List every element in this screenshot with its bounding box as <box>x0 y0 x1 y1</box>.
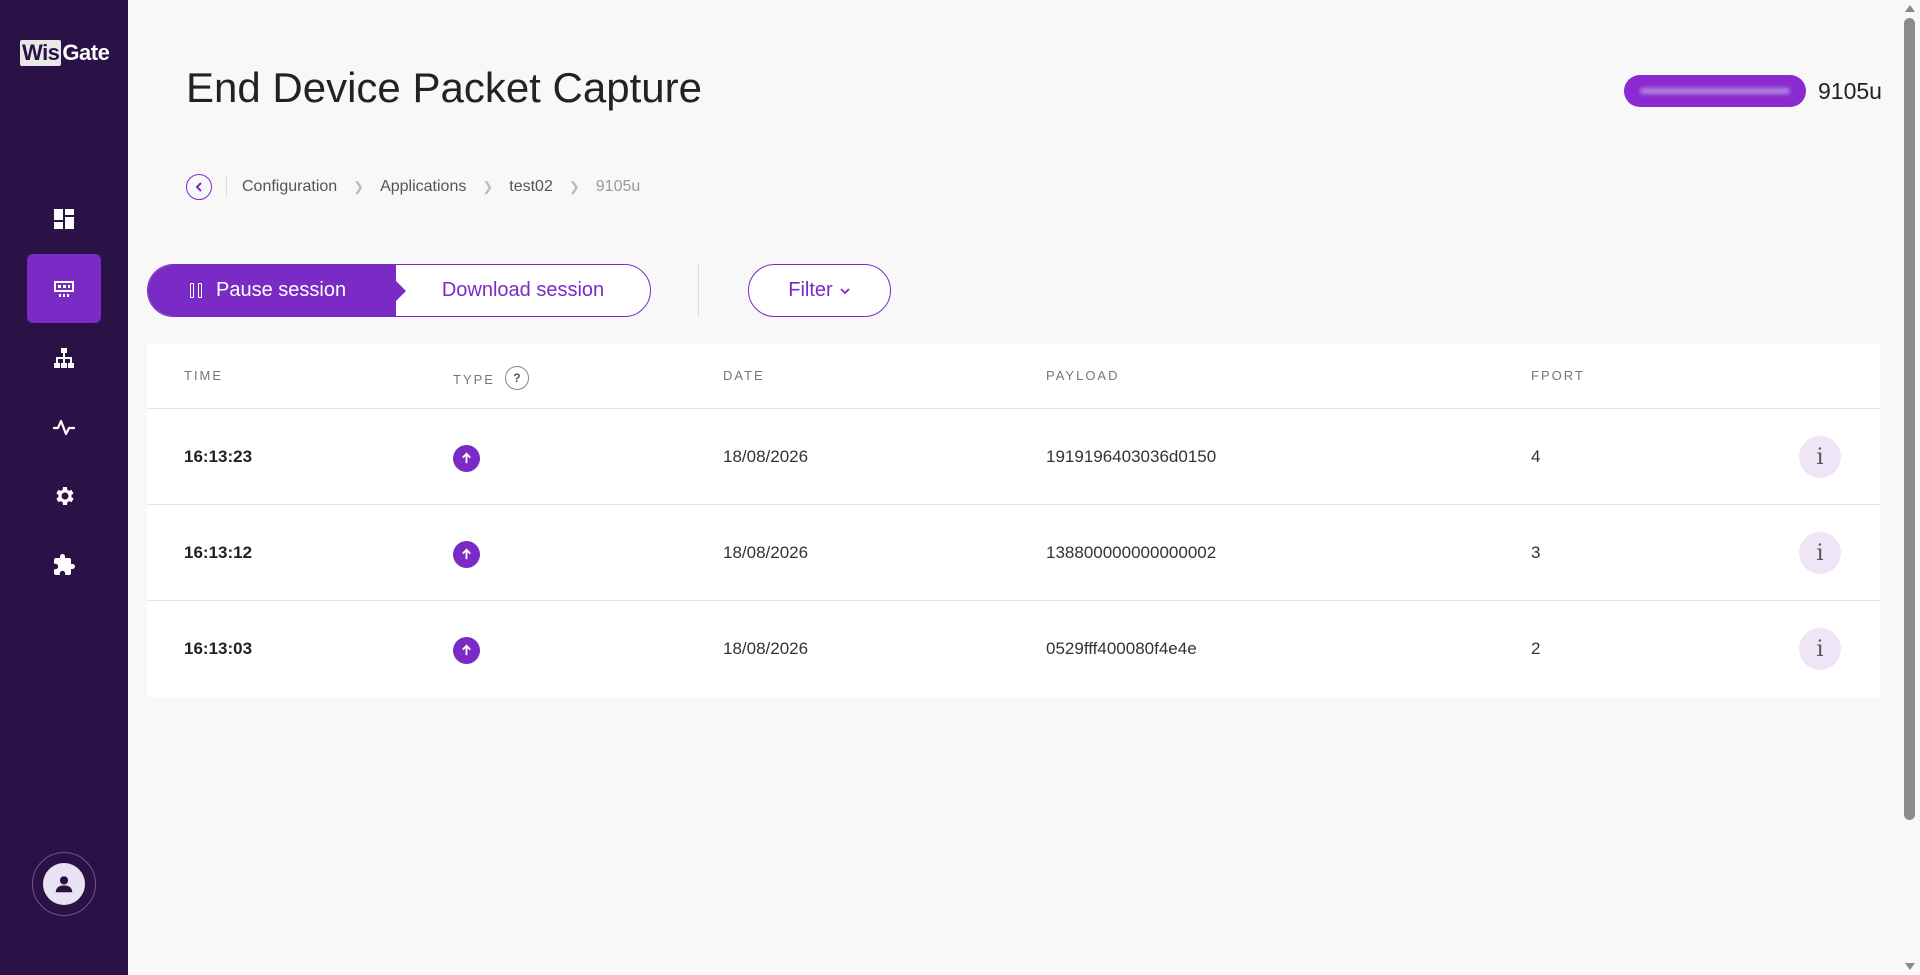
sidebar-item-extensions[interactable] <box>27 530 101 599</box>
pause-icon <box>190 283 202 298</box>
cell-fport: 3 <box>1531 543 1541 562</box>
download-session-button[interactable]: Download session <box>396 265 650 316</box>
activity-icon <box>52 419 76 435</box>
user-icon <box>55 876 73 893</box>
info-button[interactable]: i <box>1799 628 1841 670</box>
pause-session-button[interactable]: Pause session <box>148 265 406 316</box>
gear-icon <box>56 486 74 505</box>
cell-time: 16:13:12 <box>184 543 253 562</box>
uplink-arrow-icon <box>453 445 480 472</box>
chevron-right-icon: ❯ <box>568 179 580 194</box>
cell-date: 18/08/2026 <box>723 639 809 658</box>
device-name: 9105u <box>1818 78 1882 104</box>
chevron-left-icon <box>195 182 202 192</box>
filter-label: Filter <box>788 279 833 301</box>
filter-button[interactable]: Filter <box>748 264 891 317</box>
breadcrumb-configuration[interactable]: Configuration <box>242 178 337 196</box>
scroll-down-arrow[interactable] <box>1905 963 1915 970</box>
help-icon[interactable]: ? <box>504 366 529 390</box>
breadcrumb: Configuration ❯ Applications ❯ test02 ❯ … <box>186 172 640 202</box>
chevron-right-icon: ❯ <box>353 179 365 194</box>
device-id-pill <box>1624 75 1806 107</box>
scroll-up-arrow[interactable] <box>1905 5 1915 12</box>
breadcrumb-current: 9105u <box>595 178 641 195</box>
column-header-date[interactable]: DATE <box>723 368 765 383</box>
page-title: End Device Packet Capture <box>186 64 702 111</box>
cell-payload: 0529fff400080f4e4e <box>1046 639 1197 658</box>
packet-table: TIME TYPE ? DATE PAYLOAD FPORT 16:13:23 … <box>147 344 1880 697</box>
avatar <box>43 863 85 905</box>
breadcrumb-application[interactable]: test02 <box>509 178 553 196</box>
network-tree-icon <box>54 347 74 368</box>
column-header-fport[interactable]: FPORT <box>1531 368 1585 383</box>
cell-date: 18/08/2026 <box>723 447 809 466</box>
download-session-label: Download session <box>441 279 605 301</box>
scroll-thumb[interactable] <box>1904 18 1915 820</box>
breadcrumb-applications[interactable]: Applications <box>380 178 466 196</box>
info-button[interactable]: i <box>1799 436 1841 478</box>
uplink-arrow-icon <box>453 541 480 568</box>
column-header-type: TYPE ? <box>453 366 529 390</box>
pause-session-label: Pause session <box>216 279 347 301</box>
cell-time: 16:13:03 <box>184 639 253 658</box>
table-row[interactable]: 16:13:23 18/08/2026 1919196403036d0150 4… <box>147 409 1880 505</box>
column-header-time[interactable]: TIME <box>184 368 223 383</box>
uplink-arrow-icon <box>453 637 480 664</box>
sidebar: Wis Gate <box>0 0 128 975</box>
table-header: TIME TYPE ? DATE PAYLOAD FPORT <box>147 344 1880 409</box>
puzzle-icon <box>54 553 75 575</box>
sidebar-item-activity[interactable] <box>27 392 101 461</box>
packet-icon <box>54 280 74 297</box>
table-row[interactable]: 16:13:03 18/08/2026 0529fff400080f4e4e 2… <box>147 601 1880 697</box>
cell-payload: 1919196403036d0150 <box>1046 447 1217 466</box>
sidebar-item-packet-capture[interactable] <box>27 254 101 323</box>
sidebar-item-network[interactable] <box>27 323 101 392</box>
cell-date: 18/08/2026 <box>723 543 809 562</box>
dashboard-icon <box>54 208 74 229</box>
wisgate-logo[interactable]: Wis Gate <box>20 40 110 66</box>
session-controls: Pause session Download session <box>147 264 651 317</box>
table-row[interactable]: 16:13:12 18/08/2026 138800000000000002 3… <box>147 505 1880 601</box>
sidebar-item-dashboard[interactable] <box>27 184 101 253</box>
column-header-type-label: TYPE <box>453 371 495 387</box>
back-button[interactable] <box>186 174 212 200</box>
logo-part1: Wis <box>20 40 62 66</box>
toolbar-divider <box>698 264 699 317</box>
cell-payload: 138800000000000002 <box>1046 543 1217 562</box>
chevron-right-icon: ❯ <box>482 179 494 194</box>
user-menu[interactable] <box>32 852 96 916</box>
chevron-down-icon <box>840 287 850 294</box>
page-scrollbar[interactable] <box>1900 0 1920 975</box>
breadcrumb-divider <box>226 176 227 198</box>
cell-fport: 4 <box>1531 447 1541 466</box>
cell-time: 16:13:23 <box>184 447 253 466</box>
sidebar-item-settings[interactable] <box>27 461 101 530</box>
info-button[interactable]: i <box>1799 532 1841 574</box>
cell-fport: 2 <box>1531 639 1541 658</box>
column-header-payload[interactable]: PAYLOAD <box>1046 368 1119 383</box>
logo-part2: Gate <box>62 40 110 65</box>
